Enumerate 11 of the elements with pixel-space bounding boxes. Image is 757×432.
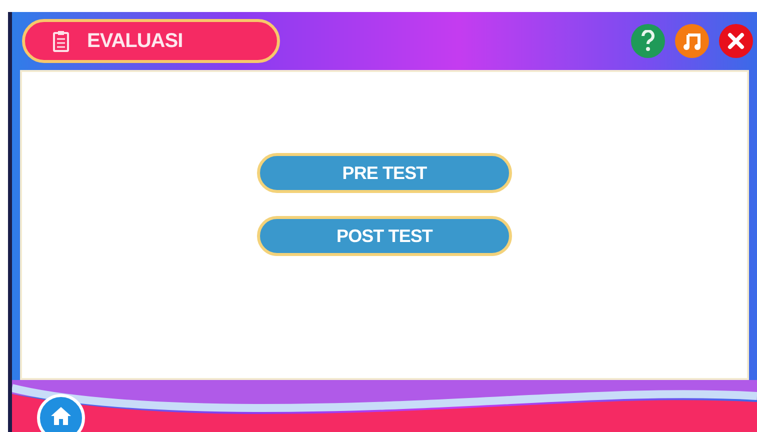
menu-button[interactable]: POST TEST — [257, 216, 512, 256]
help-button[interactable] — [631, 24, 665, 58]
menu-button[interactable]: PRE TEST — [257, 153, 512, 193]
help-icon — [641, 30, 655, 52]
close-button[interactable] — [719, 24, 753, 58]
music-note-icon — [682, 31, 702, 51]
clipboard-icon — [53, 30, 69, 52]
close-icon — [727, 32, 745, 50]
screen-title: EVALUASI — [87, 29, 183, 54]
home-icon — [50, 406, 72, 426]
music-button[interactable] — [675, 24, 709, 58]
